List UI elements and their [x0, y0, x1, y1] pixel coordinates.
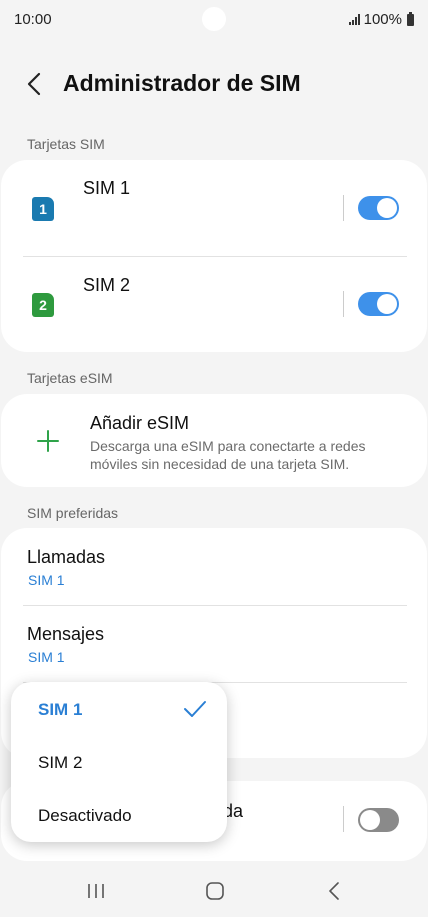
sim-card-row-1[interactable]: 1 SIM 1	[1, 160, 427, 256]
section-label-preferred: SIM preferidas	[27, 505, 119, 521]
signal-icon	[348, 14, 360, 25]
popup-option-sim-2[interactable]: SIM 2	[11, 736, 227, 790]
check-icon	[184, 701, 206, 717]
battery-icon	[407, 11, 414, 26]
popup-option-off[interactable]: Desactivado	[11, 790, 227, 842]
calls-title: Llamadas	[27, 547, 106, 567]
recents-icon[interactable]	[86, 883, 106, 899]
nav-back-icon[interactable]	[326, 881, 342, 901]
back-arrow-icon[interactable]	[24, 72, 48, 96]
camera-cutout	[202, 7, 226, 31]
option-label: Desactivado	[38, 806, 132, 825]
divider	[343, 195, 344, 221]
status-indicators: 100%	[348, 11, 414, 28]
header: Administrador de SIM	[0, 60, 428, 108]
sim-selection-popup: SIM 1 SIM 2 Desactivado	[11, 682, 227, 842]
popup-option-sim-1[interactable]: SIM 1	[11, 682, 227, 736]
sim-1-toggle[interactable]	[358, 196, 399, 220]
add-esim-card[interactable]: Añadir eSIM Descarga una eSIM para conec…	[1, 394, 427, 487]
sim-card-row-2[interactable]: 2 SIM 2	[1, 257, 427, 353]
mobile-data-toggle[interactable]	[358, 808, 399, 832]
sim-2-icon: 2	[32, 293, 54, 317]
section-label-esim: Tarjetas eSIM	[27, 370, 113, 386]
sim-cards-card: 1 SIM 1 2 SIM 2	[1, 160, 427, 352]
status-time: 10:00	[14, 11, 52, 28]
option-label: SIM 1	[38, 700, 83, 719]
sim-2-toggle[interactable]	[358, 292, 399, 316]
add-esim-title: Añadir eSIM	[90, 413, 190, 433]
calls-value: SIM 1	[28, 572, 65, 588]
battery-percent: 100%	[363, 11, 402, 28]
preferred-messages-row[interactable]: Mensajes SIM 1	[1, 606, 427, 682]
option-label: SIM 2	[38, 753, 83, 772]
preferred-calls-row[interactable]: Llamadas SIM 1	[1, 528, 427, 605]
home-icon[interactable]	[205, 881, 225, 901]
messages-value: SIM 1	[28, 649, 65, 665]
add-esim-description: Descarga una eSIM para conectarte a rede…	[90, 438, 366, 472]
page-title: Administrador de SIM	[63, 70, 301, 96]
divider	[343, 806, 344, 832]
sim-2-name: SIM 2	[83, 275, 131, 295]
navigation-bar	[0, 862, 428, 917]
status-bar: 10:00 100%	[0, 0, 428, 38]
section-label-sim-cards: Tarjetas SIM	[27, 136, 105, 152]
divider	[343, 291, 344, 317]
messages-title: Mensajes	[27, 624, 105, 644]
sim-1-name: SIM 1	[83, 178, 131, 198]
sim-1-icon: 1	[32, 197, 54, 221]
plus-icon	[37, 430, 59, 452]
